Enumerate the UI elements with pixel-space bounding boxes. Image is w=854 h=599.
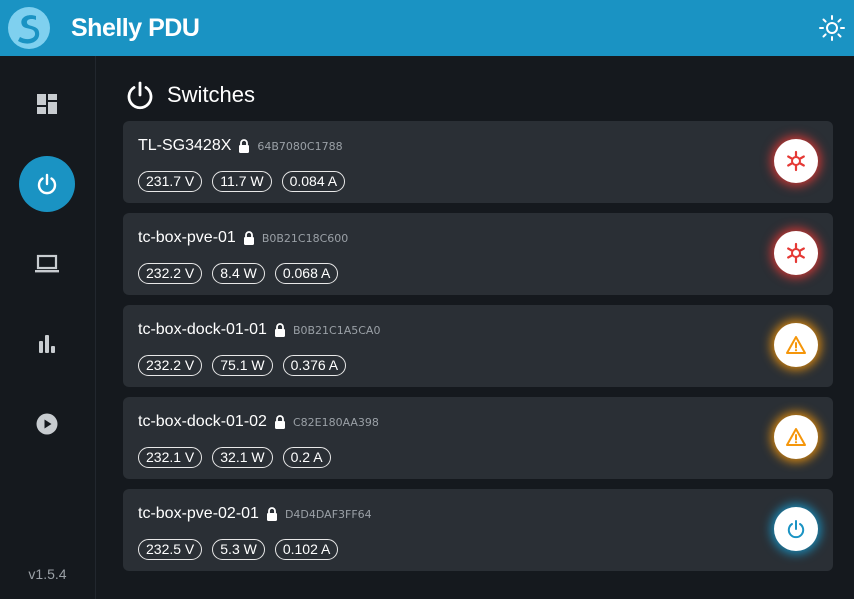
power-icon [127,81,153,110]
sidebar: v1.5.4 [0,56,96,599]
switch-name: tc-box-dock-01-02 [138,413,267,430]
voltage-badge: 232.5 V [138,539,203,560]
current-badge: 0.376 A [282,355,347,376]
metrics: 232.2 V 75.1 W 0.376 A [138,355,356,376]
switch-id: B0B21C1A5CA0 [292,323,381,337]
app-title: Shelly PDU [71,14,200,42]
switch-card[interactable]: TL-SG3428X 64B7080C1788 231.7 V 11.7 W 0… [123,121,833,203]
section-header: Switches [125,80,255,110]
power-badge: 5.3 W [212,539,265,560]
lock-icon [238,139,250,153]
switch-name: tc-box-pve-02-01 [138,505,259,522]
power-badge: 32.1 W [212,447,273,468]
power-icon [787,520,805,539]
switch-name: TL-SG3428X [138,137,232,154]
power-badge: 11.7 W [212,171,272,192]
sun-icon[interactable] [818,14,846,42]
page-title: Switches [167,82,256,107]
nav-devices[interactable] [19,236,75,292]
dashboard-icon [37,94,57,114]
nav-statistics[interactable] [19,316,75,372]
play-circle-icon [36,413,58,435]
switch-name: tc-box-dock-01-01 [138,321,267,338]
switch-id: 64B7080C1788 [257,139,343,153]
switch-toggle-button[interactable] [774,415,818,459]
main-content: Switches TL-SG3428X 64B7080C1788 231.7 V… [96,56,854,599]
voltage-badge: 232.2 V [138,263,203,284]
metrics: 232.5 V 5.3 W 0.102 A [138,539,348,560]
switch-card[interactable]: tc-box-pve-02-01 D4D4DAF3FF64 232.5 V 5.… [123,489,833,571]
warning-icon [786,428,806,446]
current-badge: 0.2 A [282,447,331,468]
current-badge: 0.084 A [281,171,346,192]
switch-card[interactable]: tc-box-dock-01-01 B0B21C1A5CA0 232.2 V 7… [123,305,833,387]
switch-toggle-button[interactable] [774,323,818,367]
switch-toggle-button[interactable] [774,139,818,183]
nav-dashboard[interactable] [19,76,75,132]
warning-icon [786,336,806,354]
switch-id: D4D4DAF3FF64 [284,507,372,521]
current-badge: 0.068 A [274,263,339,284]
metrics: 232.1 V 32.1 W 0.2 A [138,447,341,468]
nav-switches[interactable] [19,156,75,212]
switch-toggle-button[interactable] [774,231,818,275]
lock-icon [266,507,278,521]
switch-card[interactable]: tc-box-dock-01-02 C82E180AA398 232.1 V 3… [123,397,833,479]
voltage-badge: 232.2 V [138,355,203,376]
asterisk-icon [787,150,805,172]
app-version: v1.5.4 [28,566,67,582]
app-header: Shelly PDU [0,0,854,56]
voltage-badge: 231.7 V [138,171,203,192]
switch-id: C82E180AA398 [292,415,379,429]
laptop-icon [35,254,59,273]
switch-card[interactable]: tc-box-pve-01 B0B21C18C600 232.2 V 8.4 W… [123,213,833,295]
lock-icon [274,323,286,337]
metrics: 231.7 V 11.7 W 0.084 A [138,171,355,192]
shelly-logo-icon [8,7,50,49]
voltage-badge: 232.1 V [138,447,203,468]
switch-name: tc-box-pve-01 [138,229,236,246]
asterisk-icon [787,242,805,264]
switch-id: B0B21C18C600 [261,231,349,245]
power-badge: 8.4 W [212,263,265,284]
lock-icon [274,415,286,429]
lock-icon [243,231,255,245]
power-badge: 75.1 W [212,355,273,376]
switch-toggle-button[interactable] [774,507,818,551]
nav-scripts[interactable] [19,396,75,452]
metrics: 232.2 V 8.4 W 0.068 A [138,263,348,284]
power-icon [37,173,57,195]
bar-chart-icon [39,335,55,353]
current-badge: 0.102 A [274,539,339,560]
